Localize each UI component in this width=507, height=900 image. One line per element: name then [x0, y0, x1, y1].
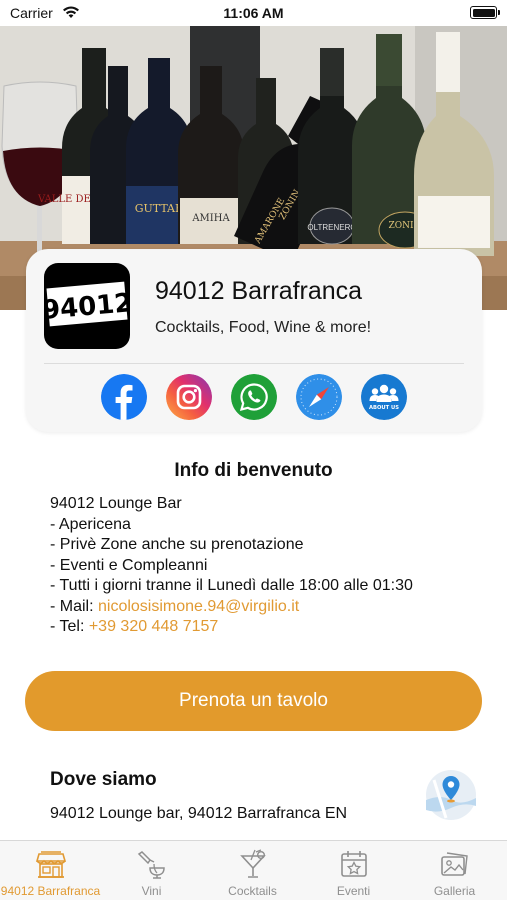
cocktail-icon — [239, 849, 266, 878]
whatsapp-icon — [231, 374, 277, 420]
tel-prefix: - Tel: — [50, 618, 89, 635]
storefront-icon — [35, 851, 66, 878]
info-title: Info di benvenuto — [174, 460, 333, 481]
tab-label: Eventi — [336, 884, 371, 898]
tab-label: 94012 Barrafranca — [0, 884, 101, 898]
tab-cocktails[interactable]: Cocktails — [202, 841, 303, 900]
calendar-star-icon — [340, 851, 367, 877]
clock: 11:06 AM — [223, 5, 284, 21]
info-text: 94012 Lounge Bar - Apericena - Privè Zon… — [50, 494, 413, 638]
info-line: - Apericena — [50, 515, 131, 533]
hero-label-2: GUTTAR — [135, 202, 184, 215]
whatsapp-button[interactable] — [231, 374, 277, 420]
info-line: 94012 Lounge Bar — [50, 495, 182, 512]
battery-icon — [470, 6, 500, 19]
book-table-button[interactable]: Prenota un tavolo — [25, 671, 482, 731]
venue-profile-card: 94012 94012 Barrafranca Cocktails, Food,… — [26, 249, 482, 432]
tel-line: - Tel: +39 320 448 7157 — [50, 617, 413, 638]
website-button[interactable] — [296, 374, 342, 420]
map-pin-icon[interactable] — [426, 770, 476, 820]
location-address: 94012 Lounge bar, 94012 Barrafranca EN — [50, 805, 348, 822]
tab-vini[interactable]: Vini — [101, 841, 202, 900]
venue-logo: 94012 — [44, 263, 130, 349]
card-divider — [44, 363, 464, 364]
about-us-button[interactable]: ABOUT US — [361, 374, 407, 420]
info-line: - Eventi e Compleanni — [50, 556, 208, 574]
app-screen: Carrier 11:06 AM VALLE DELLE PERLE — [0, 0, 507, 900]
status-bar: Carrier 11:06 AM — [0, 0, 507, 26]
about-us-icon: ABOUT US — [361, 374, 407, 420]
venue-tagline: Cocktails, Food, Wine & more! — [155, 319, 372, 336]
email-link[interactable]: nicolosisimone.94@virgilio.it — [98, 598, 299, 615]
facebook-icon — [101, 374, 147, 420]
gallery-icon — [440, 852, 468, 876]
tab-galleria[interactable]: Galleria — [404, 841, 505, 900]
mail-line: - Mail: nicolosisimone.94@virgilio.it — [50, 597, 413, 618]
tab-label: Vini — [141, 884, 162, 898]
facebook-button[interactable] — [101, 374, 147, 420]
wine-pour-icon — [137, 851, 165, 879]
phone-link[interactable]: +39 320 448 7157 — [89, 618, 218, 635]
location-title: Dove siamo — [50, 769, 157, 790]
tab-eventi[interactable]: Eventi — [303, 841, 404, 900]
info-line: - Privè Zone anche su prenotazione — [50, 536, 304, 553]
instagram-button[interactable] — [166, 374, 212, 420]
about-us-label: ABOUT US — [369, 405, 399, 411]
instagram-icon — [166, 374, 212, 420]
hero-label-5: OLTRENERO — [307, 223, 356, 232]
venue-name: 94012 Barrafranca — [155, 277, 363, 305]
hero-label-3: AMIHA — [191, 213, 230, 224]
tab-bar: 94012 Barrafranca Vini Cocktails Eventi … — [0, 840, 507, 900]
mail-prefix: - Mail: — [50, 597, 98, 615]
info-line: - Tutti i giorni tranne il Lunedì dalle … — [50, 577, 413, 594]
safari-compass-icon — [296, 374, 342, 420]
tab-label: Galleria — [433, 884, 476, 898]
tab-label: Cocktails — [228, 884, 277, 898]
tab-home[interactable]: 94012 Barrafranca — [0, 841, 101, 900]
